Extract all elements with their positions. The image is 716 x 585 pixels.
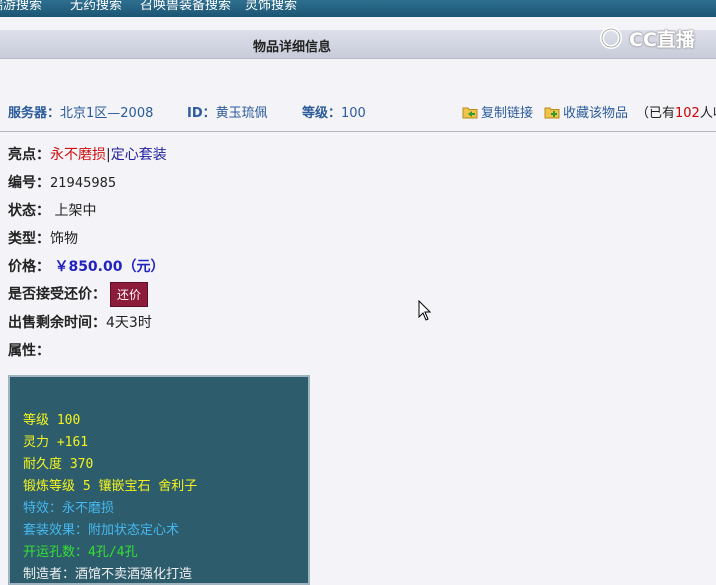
attribute-row: 属性： xyxy=(8,340,50,360)
attr-maker: 制造者：酒馆不卖酒强化打造 xyxy=(23,567,193,582)
attr-durability: 耐久度 370 xyxy=(23,457,94,472)
mouse-cursor-icon xyxy=(418,300,432,321)
collect-suffix: 人收藏 xyxy=(699,106,716,121)
highlight-set: 定心套装 xyxy=(110,147,167,163)
attr-forge: 锻炼等级 5 镶嵌宝石 舍利子 xyxy=(23,479,198,494)
attr-set-effect: 套装效果：附加状态定心术 xyxy=(23,523,180,538)
folder-add-icon xyxy=(544,107,560,118)
remaining-time-value: 4天3时 xyxy=(106,315,152,331)
level-value: 100 xyxy=(341,106,366,121)
bargain-label: 是否接受还价： xyxy=(8,286,106,303)
level-label: 等级： xyxy=(302,106,342,121)
highlight-row: 亮点：永不磨损|定心套装 xyxy=(8,144,167,164)
bargain-row: 是否接受还价： 还价 xyxy=(8,282,149,307)
attribute-box: 等级 100 灵力 +161 耐久度 370 锻炼等级 5 镶嵌宝石 舍利子 特… xyxy=(8,375,310,585)
attr-effect: 特效：永不磨损 xyxy=(23,501,115,516)
id-info: ID：黄玉琉佩 xyxy=(187,102,268,121)
number-row: 编号：21945985 xyxy=(8,172,116,192)
attr-level: 等级 100 xyxy=(23,413,81,428)
highlight-never-wear: 永不磨损 xyxy=(50,147,106,163)
nav-item-drug-search[interactable]: 无药搜索 xyxy=(70,0,122,13)
copy-link-label: 复制链接 xyxy=(481,106,534,121)
status-label: 状态： xyxy=(8,203,50,219)
type-label: 类型： xyxy=(8,231,50,247)
nav-item-ornament-search[interactable]: 灵饰搜索 xyxy=(245,0,297,13)
price-row: 价格： ￥850.00（元） xyxy=(8,256,164,276)
favorite-label: 收藏该物品 xyxy=(563,106,629,121)
item-info-row: 服务器：北京1区—2008 ID：黄玉琉佩 等级：100 复制链接 收藏该物品 … xyxy=(0,102,716,124)
collect-count-number: 102 xyxy=(675,106,700,121)
logo-text: CC直播 xyxy=(629,28,695,51)
cc-live-logo: CC直播 xyxy=(600,24,695,52)
cc-logo-icon xyxy=(600,27,622,49)
collect-count: （已有102人收藏 xyxy=(636,102,716,121)
status-row: 状态： 上架中 xyxy=(8,200,96,220)
attr-spirit: 灵力 +161 xyxy=(23,435,89,450)
highlight-label: 亮点： xyxy=(8,147,50,163)
nav-item-pet-equip-search[interactable]: 召唤兽装备搜索 xyxy=(140,0,231,13)
nav-item-client-search[interactable]: 端游搜索 xyxy=(0,0,42,13)
type-value: 饰物 xyxy=(50,231,78,247)
number-value: 21945985 xyxy=(50,176,117,191)
favorite-button[interactable]: 收藏该物品 xyxy=(544,102,628,121)
price-value: ￥850.00（元） xyxy=(54,259,165,275)
type-row: 类型：饰物 xyxy=(8,228,78,248)
bargain-button[interactable]: 还价 xyxy=(110,282,149,307)
remaining-time-row: 出售剩余时间：4天3时 xyxy=(8,312,152,332)
status-value: 上架中 xyxy=(54,203,97,219)
page-title: 物品详细信息 xyxy=(252,40,331,55)
id-label: ID： xyxy=(187,106,216,121)
server-info: 服务器：北京1区—2008 xyxy=(8,102,153,121)
top-nav-bar: 端游搜索 无药搜索 召唤兽装备搜索 灵饰搜索 xyxy=(0,0,716,17)
attr-holes: 开运孔数：4孔/4孔 xyxy=(23,545,138,560)
collect-prefix: （已有 xyxy=(636,106,676,121)
server-label: 服务器： xyxy=(8,106,61,121)
copy-link-button[interactable]: 复制链接 xyxy=(462,102,533,121)
id-value: 黄玉琉佩 xyxy=(215,106,268,121)
attribute-label: 属性： xyxy=(8,343,50,359)
price-label: 价格： xyxy=(8,259,50,275)
folder-arrow-icon xyxy=(462,107,478,118)
remaining-time-label: 出售剩余时间： xyxy=(8,315,106,331)
divider xyxy=(0,131,716,132)
number-label: 编号： xyxy=(8,175,50,191)
server-value: 北京1区—2008 xyxy=(60,106,154,121)
level-info: 等级：100 xyxy=(302,102,366,121)
